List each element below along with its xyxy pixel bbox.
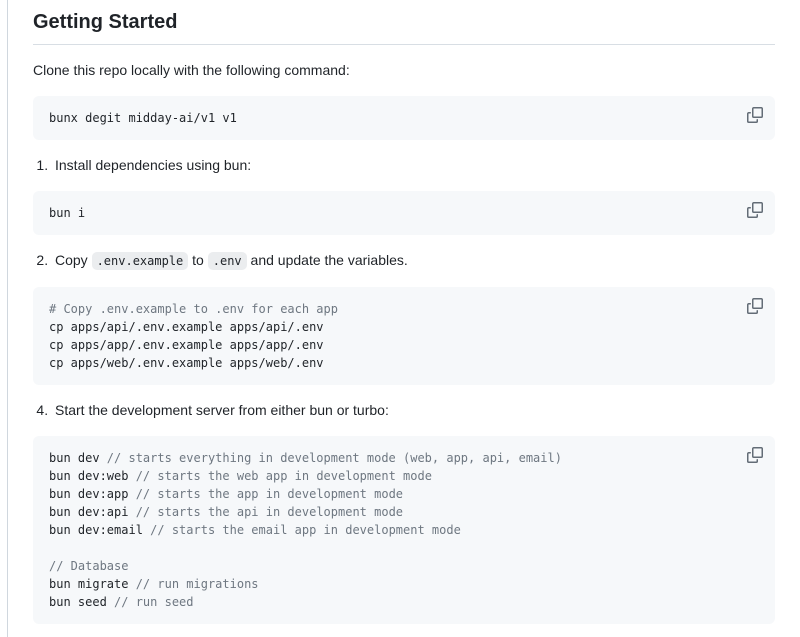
code-text: cp apps/app/.env.example apps/app/.env (49, 338, 324, 352)
code-line: // Database (49, 557, 759, 575)
copy-button[interactable] (746, 446, 764, 464)
copy-icon (747, 451, 763, 466)
code-block-dev-commands: bun dev // starts everything in developm… (33, 436, 775, 624)
code-block-install-command: bun i (33, 191, 775, 235)
intro-text: Clone this repo locally with the followi… (33, 60, 775, 81)
copy-button[interactable] (746, 201, 764, 219)
copy-button[interactable] (746, 106, 764, 124)
code-block-env-copy-commands: # Copy .env.example to .env for each app… (33, 287, 775, 385)
code-comment: // Database (49, 559, 128, 573)
code-line: cp apps/web/.env.example apps/web/.env (49, 354, 759, 372)
code-text: bun dev (49, 451, 107, 465)
code-text: bun dev:api (49, 505, 136, 519)
list-item-copy-env: Copy .env.example to .env and update the… (52, 250, 775, 272)
code-comment: // starts the email app in development m… (150, 523, 461, 537)
readme-getting-started-section: Getting Started Clone this repo locally … (7, 0, 775, 637)
code-comment: // run migrations (136, 577, 259, 591)
list-item-install-dependencies: Install dependencies using bun: (52, 155, 775, 176)
code-comment: // run seed (114, 595, 193, 609)
code-comment: // starts the app in development mode (136, 487, 403, 501)
code-comment: // starts everything in development mode… (107, 451, 562, 465)
code-text: bun seed (49, 595, 114, 609)
code-text: bun dev:app (49, 487, 136, 501)
code-text: bun migrate (49, 577, 136, 591)
code-text: bun dev:email (49, 523, 150, 537)
code-line: bunx degit midday-ai/v1 v1 (49, 109, 759, 127)
page-title: Getting Started (33, 10, 775, 45)
code-line: bun dev:email // starts the email app in… (49, 521, 759, 539)
list-item-start-dev-server: Start the development server from either… (52, 400, 775, 421)
code-line: bun seed // run seed (49, 593, 759, 611)
code-line: bun dev:web // starts the web app in dev… (49, 467, 759, 485)
code-line: # Copy .env.example to .env for each app (49, 300, 759, 318)
list-item-text: Install dependencies using bun: (55, 157, 251, 173)
step-list-install: Install dependencies using bun: (33, 155, 775, 176)
copy-icon (747, 206, 763, 221)
code-comment: // starts the web app in development mod… (136, 469, 432, 483)
copy-icon (747, 302, 763, 317)
list-item-text: Copy (55, 252, 92, 268)
code-text: bun i (49, 206, 85, 220)
code-line: cp apps/api/.env.example apps/api/.env (49, 318, 759, 336)
copy-button[interactable] (746, 297, 764, 315)
code-line: bun dev // starts everything in developm… (49, 449, 759, 467)
step-list-env: Copy .env.example to .env and update the… (33, 250, 775, 272)
code-line (49, 539, 759, 557)
code-text: cp apps/web/.env.example apps/web/.env (49, 356, 324, 370)
inline-code: .env.example (92, 252, 189, 270)
copy-icon (747, 111, 763, 126)
code-comment: # Copy .env.example to .env for each app (49, 302, 338, 316)
code-line: bun dev:app // starts the app in develop… (49, 485, 759, 503)
code-text: bunx degit midday-ai/v1 v1 (49, 111, 237, 125)
code-line: bun dev:api // starts the api in develop… (49, 503, 759, 521)
code-comment: // starts the api in development mode (136, 505, 403, 519)
list-item-text: to (188, 252, 207, 268)
code-line: cp apps/app/.env.example apps/app/.env (49, 336, 759, 354)
code-text: bun dev:web (49, 469, 136, 483)
code-block-clone-command: bunx degit midday-ai/v1 v1 (33, 96, 775, 140)
list-item-text: and update the variables. (247, 252, 408, 268)
code-line: bun migrate // run migrations (49, 575, 759, 593)
step-list-dev-server: Start the development server from either… (33, 400, 775, 421)
code-text: cp apps/api/.env.example apps/api/.env (49, 320, 324, 334)
code-line: bun i (49, 204, 759, 222)
list-item-text: Start the development server from either… (55, 402, 389, 418)
inline-code: .env (208, 252, 247, 270)
